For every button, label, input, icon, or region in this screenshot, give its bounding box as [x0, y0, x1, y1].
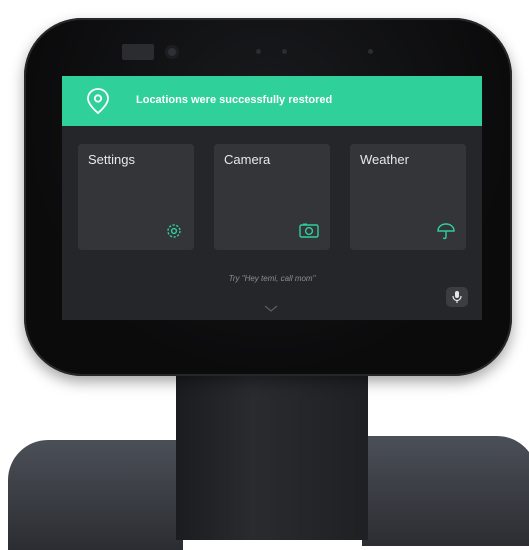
sensor-dot [256, 49, 261, 54]
tile-weather[interactable]: Weather [350, 144, 466, 250]
sensor-dot [368, 49, 373, 54]
gear-icon [167, 224, 181, 238]
camera-housing [122, 44, 154, 60]
robot-shoulder-left [8, 440, 183, 550]
microphone-icon [452, 291, 462, 303]
camera-lens-icon [165, 45, 179, 59]
tile-settings[interactable]: Settings [78, 144, 194, 250]
robot-shoulder-right [362, 436, 529, 546]
banner-message: Locations were successfully restored [136, 94, 333, 106]
notification-banner[interactable]: Locations were successfully restored [62, 76, 482, 126]
camera-icon [299, 223, 319, 238]
sensor-dot [282, 49, 287, 54]
chevron-down-icon[interactable] [264, 305, 278, 313]
tile-camera[interactable]: Camera [214, 144, 330, 250]
tile-label: Camera [224, 152, 271, 167]
microphone-button[interactable] [446, 287, 468, 307]
robot-screen: Locations were successfully restored Set… [62, 76, 482, 320]
tile-label: Settings [88, 152, 135, 167]
voice-hint-text: Try "Hey temi, call mom" [228, 274, 316, 283]
umbrella-icon [437, 223, 455, 240]
location-pin-icon [87, 88, 109, 115]
tile-label: Weather [360, 152, 409, 167]
robot-neck [176, 370, 368, 540]
